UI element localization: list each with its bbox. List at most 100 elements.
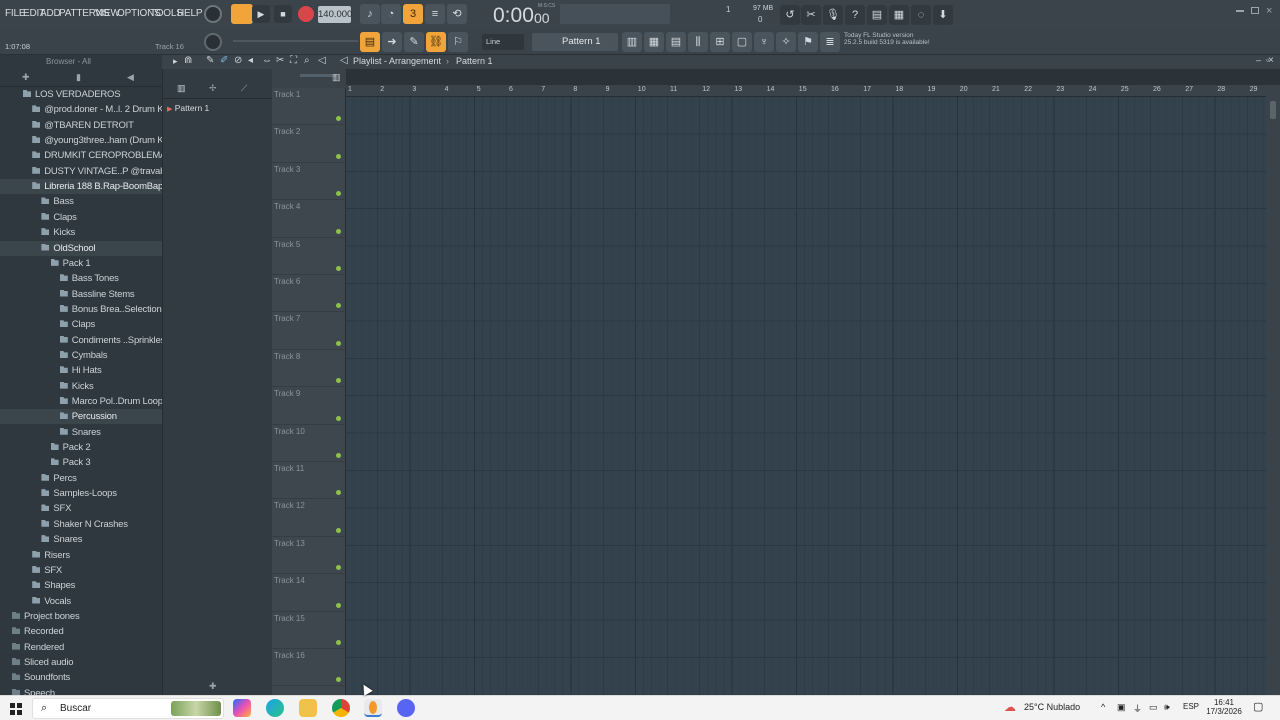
browser-item[interactable]: Marco Pol..Drum Loops [0, 394, 162, 409]
track-header[interactable]: Track 3 [272, 163, 346, 201]
stamp-button[interactable]: ⚐ [448, 32, 468, 52]
close-window-icon[interactable]: × [1266, 5, 1272, 17]
cut-icon[interactable]: ✂ [801, 5, 821, 25]
download-icon[interactable]: ⬇ [933, 5, 953, 25]
browser-item[interactable]: Condiments ..Sprinkles [0, 333, 162, 348]
master-volume-knob[interactable] [204, 5, 222, 23]
browser-item[interactable]: SFX [0, 563, 162, 578]
track-header[interactable]: Track 7 [272, 312, 346, 350]
brush-tool-icon[interactable]: ✐ [220, 55, 228, 66]
track-mute-led[interactable] [336, 415, 341, 421]
track-mute-led[interactable] [336, 340, 341, 346]
track-mute-led[interactable] [336, 303, 341, 309]
file-explorer-icon[interactable] [299, 699, 317, 717]
browser-item[interactable]: Rendered [0, 640, 162, 655]
track-header[interactable]: Track 11 [272, 462, 346, 500]
browser-item[interactable]: Percs [0, 471, 162, 486]
magnet-icon[interactable]: ⋒ [184, 55, 192, 66]
help-icon[interactable]: ? [845, 5, 865, 25]
browser-item[interactable]: Project bones [0, 609, 162, 624]
browser-file-icon[interactable]: ▮ [76, 72, 81, 83]
arrow-right-button[interactable]: ➜ [382, 32, 402, 52]
browser-item[interactable]: Percussion [0, 409, 162, 425]
browser-item[interactable]: OldSchool [0, 240, 162, 256]
timeline-ruler[interactable]: 1 2 3 4 5 6 7 8 9 10 11 12 13 14 15 16 17 18 19 20 21 22 23 24 2… [346, 85, 1266, 97]
track-header[interactable]: Track 5 [272, 238, 346, 275]
browser-item[interactable]: Bonus Brea..Selections) [0, 302, 162, 317]
network-icon[interactable]: ▭ [1149, 702, 1158, 713]
restore-window-icon[interactable] [1251, 7, 1259, 14]
pattern-song-toggle[interactable] [231, 4, 253, 24]
vertical-scroll-thumb[interactable] [1270, 101, 1276, 119]
mixer-icon[interactable]: ⫼ [688, 32, 708, 52]
browser-item[interactable]: Recorded [0, 624, 162, 639]
track-mute-led[interactable] [336, 527, 341, 533]
playlist-minimize-icon[interactable]: – [1256, 55, 1261, 65]
clock[interactable]: 16:41 17/3/2026 [1204, 698, 1244, 716]
pattern-selector[interactable]: Pattern 1 [532, 33, 618, 51]
chat-icon[interactable]: ◌ [911, 5, 931, 25]
browser-item[interactable]: Pack 1 [0, 256, 162, 271]
save-icon[interactable]: ▦ [889, 5, 909, 25]
language-indicator[interactable]: ESP [1183, 702, 1199, 711]
playlist-back-icon[interactable]: ◁ [340, 55, 348, 66]
volume-icon[interactable]: 🕪 [1164, 702, 1170, 713]
stop-button[interactable]: ■ [274, 5, 292, 23]
track-header[interactable]: Track 2 [272, 125, 346, 163]
track-mute-led[interactable] [336, 228, 341, 234]
browser-speaker-icon[interactable]: ◀ [127, 72, 134, 83]
pl-menu-icon[interactable]: ▸ [173, 56, 178, 67]
browser-item[interactable]: Pack 2 [0, 440, 162, 455]
browser-item[interactable]: Claps [0, 317, 162, 332]
pencil-tool-icon[interactable]: ✎ [206, 55, 214, 66]
menu-help[interactable]: HELP [177, 8, 203, 19]
metronome-button[interactable]: ♪ [360, 4, 380, 24]
picker-audio-icon[interactable]: ✢ [209, 83, 217, 94]
browser-item[interactable]: Bass [0, 194, 162, 209]
undo-icon[interactable]: ↺ [780, 5, 800, 25]
picker-pattern-item[interactable]: ▶ Pattern 1 [167, 103, 209, 113]
loop-record-button[interactable]: ⟲ [447, 4, 467, 24]
track-mute-led[interactable] [336, 153, 341, 159]
news-panel[interactable]: Today FL Studio version 25.2.5 build 531… [844, 32, 954, 52]
track-mute-led[interactable] [336, 677, 341, 683]
track-mute-led[interactable] [336, 452, 341, 458]
mute-tool-icon[interactable]: ◂ [248, 55, 253, 66]
copilot-icon[interactable] [233, 699, 251, 717]
delete-tool-icon[interactable]: ⊘ [234, 55, 242, 66]
playlist-view-icon[interactable]: ▥ [332, 72, 341, 83]
track-header[interactable]: Track 14 [272, 574, 346, 612]
tempo-display[interactable]: 140.000 [318, 6, 352, 23]
browser-item[interactable]: DUSTY VINTAGE..P @travabeats [0, 164, 162, 179]
weather-text[interactable]: 25°C Nublado [1024, 702, 1080, 712]
remote-icon[interactable]: ✧ [776, 32, 796, 52]
piano-roll-icon[interactable]: ▦ [644, 32, 664, 52]
browser-item[interactable]: Snares [0, 425, 162, 440]
browser-item[interactable]: Cymbals [0, 348, 162, 363]
track-header[interactable]: Track 9 [272, 387, 346, 425]
wait-for-input-button[interactable]: ◔ [381, 4, 401, 24]
browser-add-icon[interactable]: ✚ [22, 72, 30, 83]
browser-item[interactable]: Vocals [0, 594, 162, 609]
browser-item[interactable]: @young3three..ham (Drum Kit) [0, 133, 162, 148]
browser-item[interactable]: SFX [0, 501, 162, 516]
discord-icon[interactable] [397, 699, 415, 717]
browser-item[interactable]: Soundfonts [0, 670, 162, 685]
step-edit-button[interactable]: ≡ [425, 4, 445, 24]
arrangement-grid[interactable] [346, 97, 1266, 695]
picker-add-icon[interactable]: ✚ [209, 681, 217, 692]
track-mute-led[interactable] [336, 565, 341, 571]
play-button[interactable]: ▶ [252, 5, 270, 23]
track-header[interactable]: Track 12 [272, 499, 346, 537]
picker-automation-icon[interactable]: ⟋ [241, 83, 247, 94]
link-button[interactable]: ⛓ [426, 32, 446, 52]
menu-add[interactable]: ADD [40, 8, 61, 19]
browser-item[interactable]: Bass Tones [0, 271, 162, 286]
song-position-slider[interactable] [560, 4, 670, 24]
browser-item[interactable]: Shaker N Crashes [0, 517, 162, 532]
browser-item[interactable]: Kicks [0, 225, 162, 240]
browser-item[interactable]: Bassline Stems [0, 287, 162, 302]
browser-icon[interactable]: ⊞ [710, 32, 730, 52]
track-mute-led[interactable] [336, 265, 341, 271]
track-mute-led[interactable] [336, 602, 341, 608]
